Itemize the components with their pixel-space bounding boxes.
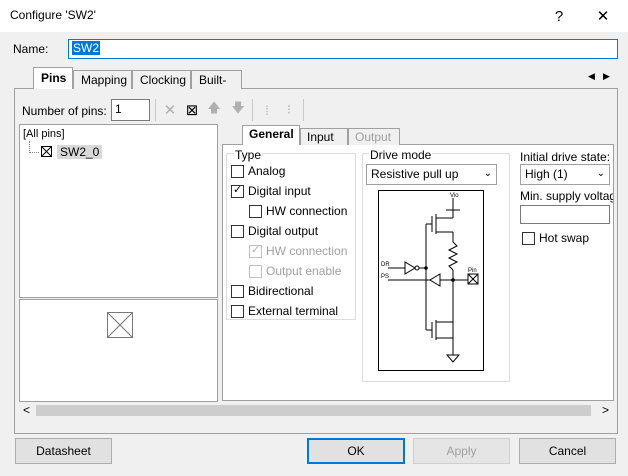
name-value: SW2 bbox=[72, 41, 101, 55]
tab-output: Output bbox=[348, 128, 400, 145]
output-enable-label: Output enable bbox=[266, 264, 342, 278]
horizontal-scroll-thumb[interactable] bbox=[36, 405, 591, 416]
tab-mapping[interactable]: Mapping bbox=[73, 70, 132, 89]
tree-line bbox=[29, 152, 39, 153]
drive-mode-title: Drive mode bbox=[369, 148, 433, 162]
datasheet-button[interactable]: Datasheet bbox=[15, 438, 112, 464]
diagram-pin-label: Pin bbox=[468, 268, 477, 274]
input-hw-connection-label: HW connection bbox=[266, 204, 348, 218]
external-terminal-label: External terminal bbox=[248, 304, 339, 318]
delete-pin-icon[interactable]: ✕ bbox=[160, 99, 180, 121]
pin-tree[interactable]: [All pins] SW2_0 bbox=[19, 124, 218, 298]
tab-input[interactable]: Input bbox=[300, 128, 348, 145]
drive-mode-select[interactable]: Resistive pull up ⌄ bbox=[366, 164, 497, 185]
help-button[interactable]: ? bbox=[536, 0, 582, 32]
tab-clocking[interactable]: Clocking bbox=[132, 70, 191, 89]
copy-pin-icon[interactable]: ⊠ bbox=[182, 99, 202, 121]
min-supply-voltage-input[interactable] bbox=[520, 205, 610, 224]
drive-mode-diagram: Vio DR PS Pin bbox=[378, 190, 484, 371]
toolbar-separator bbox=[252, 99, 253, 121]
chevron-down-icon: ⌄ bbox=[596, 168, 605, 179]
diagram-vio-label: Vio bbox=[450, 193, 459, 199]
toolbar-separator bbox=[155, 99, 156, 121]
toolbar-separator bbox=[303, 99, 304, 121]
ok-button[interactable]: OK bbox=[307, 438, 405, 464]
apply-button: Apply bbox=[413, 438, 510, 464]
tab-scroll-left-icon[interactable]: ◀ bbox=[588, 71, 595, 82]
type-group-title: Type bbox=[234, 148, 263, 162]
diagram-dr-label: DR bbox=[381, 262, 390, 268]
min-supply-voltage-label: Min. supply voltage bbox=[520, 189, 613, 203]
hot-swap-checkbox[interactable] bbox=[522, 232, 535, 245]
window-title: Configure 'SW2' bbox=[10, 8, 96, 22]
name-label: Name: bbox=[13, 42, 49, 56]
digital-output-label: Digital output bbox=[248, 224, 319, 238]
initial-drive-state-label: Initial drive state: bbox=[520, 150, 611, 164]
digital-input-checkbox[interactable] bbox=[231, 183, 244, 198]
external-terminal-checkbox[interactable] bbox=[231, 305, 244, 318]
drive-mode-value: Resistive pull up bbox=[371, 167, 459, 181]
digital-output-checkbox[interactable] bbox=[231, 225, 244, 238]
initial-drive-state-select[interactable]: High (1) ⌄ bbox=[520, 164, 610, 185]
output-enable-checkbox bbox=[249, 265, 262, 278]
number-of-pins-label: Number of pins: bbox=[22, 104, 107, 118]
pin-symbol-icon bbox=[107, 312, 133, 338]
move-up-icon[interactable]: 🡅 bbox=[204, 99, 224, 121]
diagram-ps-label: PS bbox=[381, 274, 389, 280]
digital-input-label: Digital input bbox=[248, 184, 311, 198]
close-button[interactable]: ✕ bbox=[580, 0, 626, 32]
bidirectional-label: Bidirectional bbox=[248, 284, 314, 298]
cancel-button[interactable]: Cancel bbox=[519, 438, 616, 464]
join-icon[interactable]: ⁝ bbox=[279, 99, 299, 121]
chevron-down-icon: ⌄ bbox=[483, 168, 492, 179]
initial-drive-state-value: High (1) bbox=[525, 167, 568, 181]
input-hw-connection-checkbox[interactable] bbox=[249, 205, 262, 218]
scroll-left-icon[interactable]: < bbox=[23, 403, 30, 417]
analog-label: Analog bbox=[248, 164, 286, 178]
move-down-icon[interactable]: 🡇 bbox=[228, 99, 248, 121]
split-icon[interactable]: ⁞ bbox=[257, 99, 277, 121]
name-input[interactable]: SW2 bbox=[68, 39, 618, 59]
number-of-pins-input[interactable]: 1 bbox=[111, 99, 150, 121]
tab-pins[interactable]: Pins bbox=[33, 67, 73, 89]
output-hw-connection-label: HW connection bbox=[266, 244, 348, 258]
tab-general[interactable]: General bbox=[242, 125, 300, 145]
hot-swap-label: Hot swap bbox=[539, 231, 590, 245]
tab-scroll-right-icon[interactable]: ▶ bbox=[603, 71, 610, 82]
analog-checkbox[interactable] bbox=[231, 165, 244, 178]
pin-icon bbox=[41, 146, 52, 157]
tab-built-in[interactable]: Built-in bbox=[191, 70, 242, 101]
tree-root-all-pins[interactable]: [All pins] bbox=[23, 128, 65, 140]
tree-item-sw2-0[interactable]: SW2_0 bbox=[57, 145, 103, 159]
output-hw-connection-checkbox bbox=[249, 243, 262, 258]
scroll-right-icon[interactable]: > bbox=[602, 403, 609, 417]
pin-preview bbox=[19, 299, 218, 402]
bidirectional-checkbox[interactable] bbox=[231, 285, 244, 298]
